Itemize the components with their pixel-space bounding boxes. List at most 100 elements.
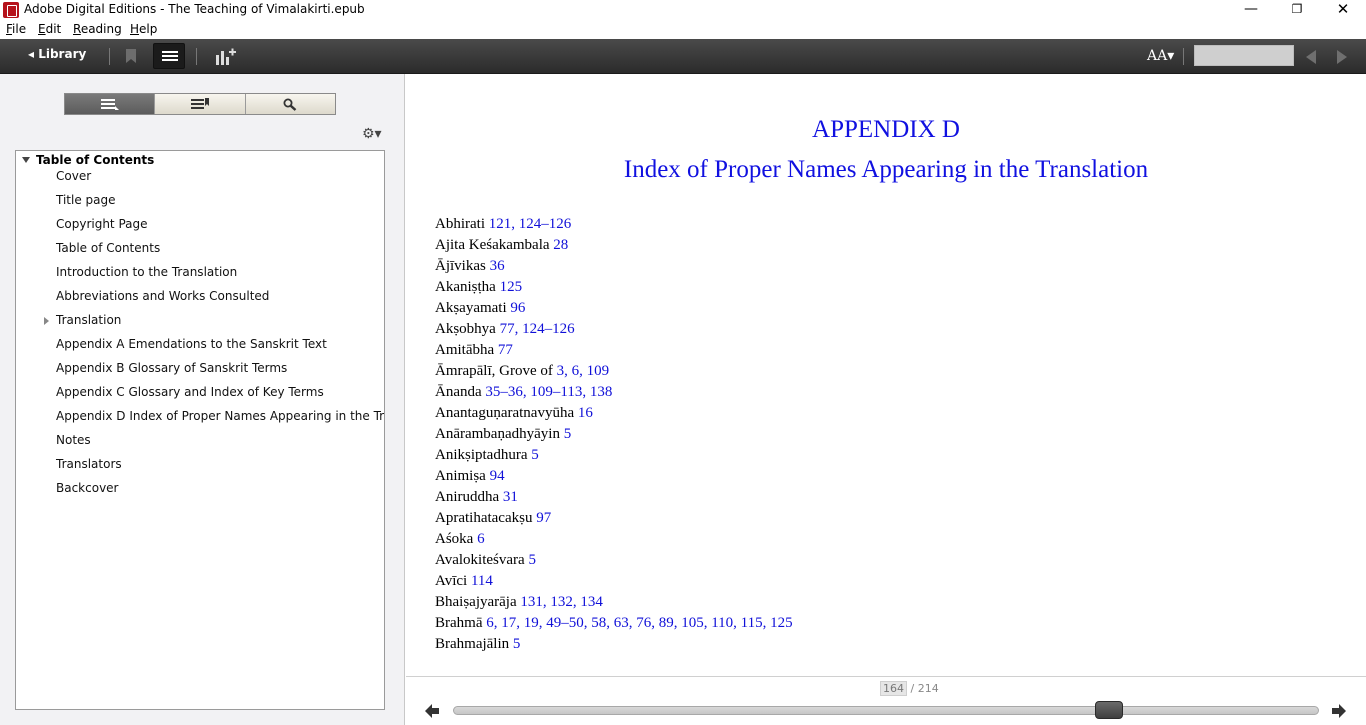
toc-item-translation[interactable]: Translation [56,313,121,327]
toc-root-label: Table of Contents [36,153,155,167]
menu-edit[interactable]: Edit [38,22,61,36]
toc-item-appendix-a[interactable]: Appendix A Emendations to the Sanskrit T… [56,337,327,351]
index-entry-name: Apratihatacakṣu [435,510,533,526]
index-entry-name: Animiṣa [435,468,486,484]
toolbar-separator [1183,48,1184,65]
progress-slider-track[interactable] [453,706,1319,715]
index-entry-page-links[interactable]: 131, 132, 134 [520,594,603,610]
bookmark-icon[interactable] [126,49,136,63]
menu-help[interactable]: Help [130,22,157,36]
total-pages: 214 [917,682,939,695]
tab-table-of-contents[interactable] [65,94,156,114]
index-list: Abhirati 121, 124–126 Ajita Keśakambala 2… [435,214,793,655]
index-entry-page-links[interactable]: 6, 17, 19, 49–50, 58, 63, 76, 89, 105, 1… [486,615,792,631]
index-entry-page-links[interactable]: 5 [528,552,536,568]
toc-item-introduction[interactable]: Introduction to the Translation [56,265,237,279]
toc-root[interactable]: Table of Contents [22,153,154,167]
toc-tree: Table of Contents Cover Title page Copyr… [15,150,385,710]
restore-button[interactable]: ❐ [1274,0,1320,20]
index-entry-page-links[interactable]: 3, 6, 109 [557,363,610,379]
search-tab-icon [283,98,297,111]
menu-file-label: ile [12,22,27,36]
index-entry-page-links[interactable]: 35–36, 109–113, 138 [485,384,612,400]
toc-item-translators[interactable]: Translators [56,457,122,471]
index-entry: Avalokiteśvara 5 [435,550,793,571]
toolbar-separator [109,48,110,65]
index-entry: Akṣobhya 77, 124–126 [435,319,793,340]
progress-slider-thumb[interactable] [1095,701,1124,719]
index-entry-page-links[interactable]: 28 [553,237,568,253]
index-entry: Aśoka 6 [435,529,793,550]
current-page-field[interactable]: 164 [880,681,907,696]
index-entry-page-links[interactable]: 94 [490,468,505,484]
index-entry-name: Ājīvikas [435,258,486,274]
sidebar-panel: ⚙▾ Table of Contents Cover Title page Co… [0,74,405,725]
index-entry-name: Āmrapālī, Grove of [435,363,553,379]
page-subtitle: Index of Proper Names Appearing in the T… [623,156,1149,183]
gear-icon[interactable]: ⚙▾ [362,126,382,142]
chart-plus-icon[interactable] [214,47,236,65]
toc-item-title-page[interactable]: Title page [56,193,116,207]
index-entry: Apratihatacakṣu 97 [435,508,793,529]
index-entry-page-links[interactable]: 5 [531,447,539,463]
close-button[interactable]: ✕ [1320,0,1366,20]
index-entry: Anantaguṇaratnavyūha 16 [435,403,793,424]
search-input[interactable] [1194,45,1294,66]
index-entry-page-links[interactable]: 96 [510,300,525,316]
index-entry-name: Brahmā [435,615,483,631]
index-entry-page-links[interactable]: 5 [513,636,521,652]
expand-arrow-icon[interactable] [44,317,49,325]
menu-file[interactable]: File [6,22,26,36]
index-entry: Akṣayamati 96 [435,298,793,319]
toc-item-appendix-d[interactable]: Appendix D Index of Proper Names Appeari… [56,409,384,423]
index-entry-page-links[interactable]: 6 [477,531,485,547]
page-navigation-bar: 164 / 214 [406,676,1366,725]
index-entry-name: Ānanda [435,384,482,400]
index-entry-name: Brahmajālin [435,636,510,652]
index-entry-name: Anārambaṇadhyāyin [435,426,560,442]
window-title: Adobe Digital Editions - The Teaching of… [24,2,365,16]
minimize-button[interactable]: — [1228,0,1274,20]
menu-edit-accel: E [38,22,46,36]
tab-bookmarks[interactable] [155,94,246,114]
index-entry-name: Ajita Keśakambala [435,237,550,253]
back-arrow-icon[interactable] [424,703,440,719]
toc-item-abbreviations[interactable]: Abbreviations and Works Consulted [56,289,269,303]
tab-search[interactable] [245,94,335,114]
toc-item-notes[interactable]: Notes [56,433,91,447]
toc-item-cover[interactable]: Cover [56,169,91,183]
index-entry-page-links[interactable]: 77 [498,342,513,358]
index-entry-page-links[interactable]: 121, 124–126 [489,216,572,232]
toc-item-table-of-contents[interactable]: Table of Contents [56,241,160,255]
forward-arrow-icon[interactable] [1331,703,1347,719]
font-size-button[interactable]: AA▾ [1147,48,1174,64]
index-entry-name: Avalokiteśvara [435,552,525,568]
index-entry-page-links[interactable]: 114 [471,573,493,589]
index-entry-page-links[interactable]: 5 [564,426,572,442]
index-entry-page-links[interactable]: 36 [490,258,505,274]
index-entry: Animiṣa 94 [435,466,793,487]
index-entry-name: Anantaguṇaratnavyūha [435,405,575,421]
prev-arrow-icon[interactable] [1306,50,1316,64]
index-entry-page-links[interactable]: 125 [500,279,523,295]
bookmarks-tab-icon [190,98,209,109]
toc-item-backcover[interactable]: Backcover [56,481,119,495]
toc-item-appendix-b[interactable]: Appendix B Glossary of Sanskrit Terms [56,361,287,375]
library-button[interactable]: ◂ Library [28,47,86,65]
menu-reading[interactable]: Reading [73,22,122,36]
index-entry: Akaniṣṭha 125 [435,277,793,298]
collapse-arrow-icon[interactable] [22,157,30,163]
index-entry-name: Avīci [435,573,468,589]
index-entry: Abhirati 121, 124–126 [435,214,793,235]
title-bar: Adobe Digital Editions - The Teaching of… [0,0,1366,20]
toc-item-appendix-c[interactable]: Appendix C Glossary and Index of Key Ter… [56,385,324,399]
index-entry-page-links[interactable]: 97 [536,510,551,526]
index-entry-page-links[interactable]: 77, 124–126 [500,321,575,337]
next-arrow-icon[interactable] [1337,50,1347,64]
toc-list-button[interactable] [153,43,185,69]
index-entry: Avīci 114 [435,571,793,592]
index-entry-page-links[interactable]: 16 [578,405,593,421]
toc-item-copyright-page[interactable]: Copyright Page [56,217,148,231]
reading-pane: APPENDIX D Index of Proper Names Appeari… [406,74,1366,676]
index-entry-page-links[interactable]: 31 [503,489,518,505]
